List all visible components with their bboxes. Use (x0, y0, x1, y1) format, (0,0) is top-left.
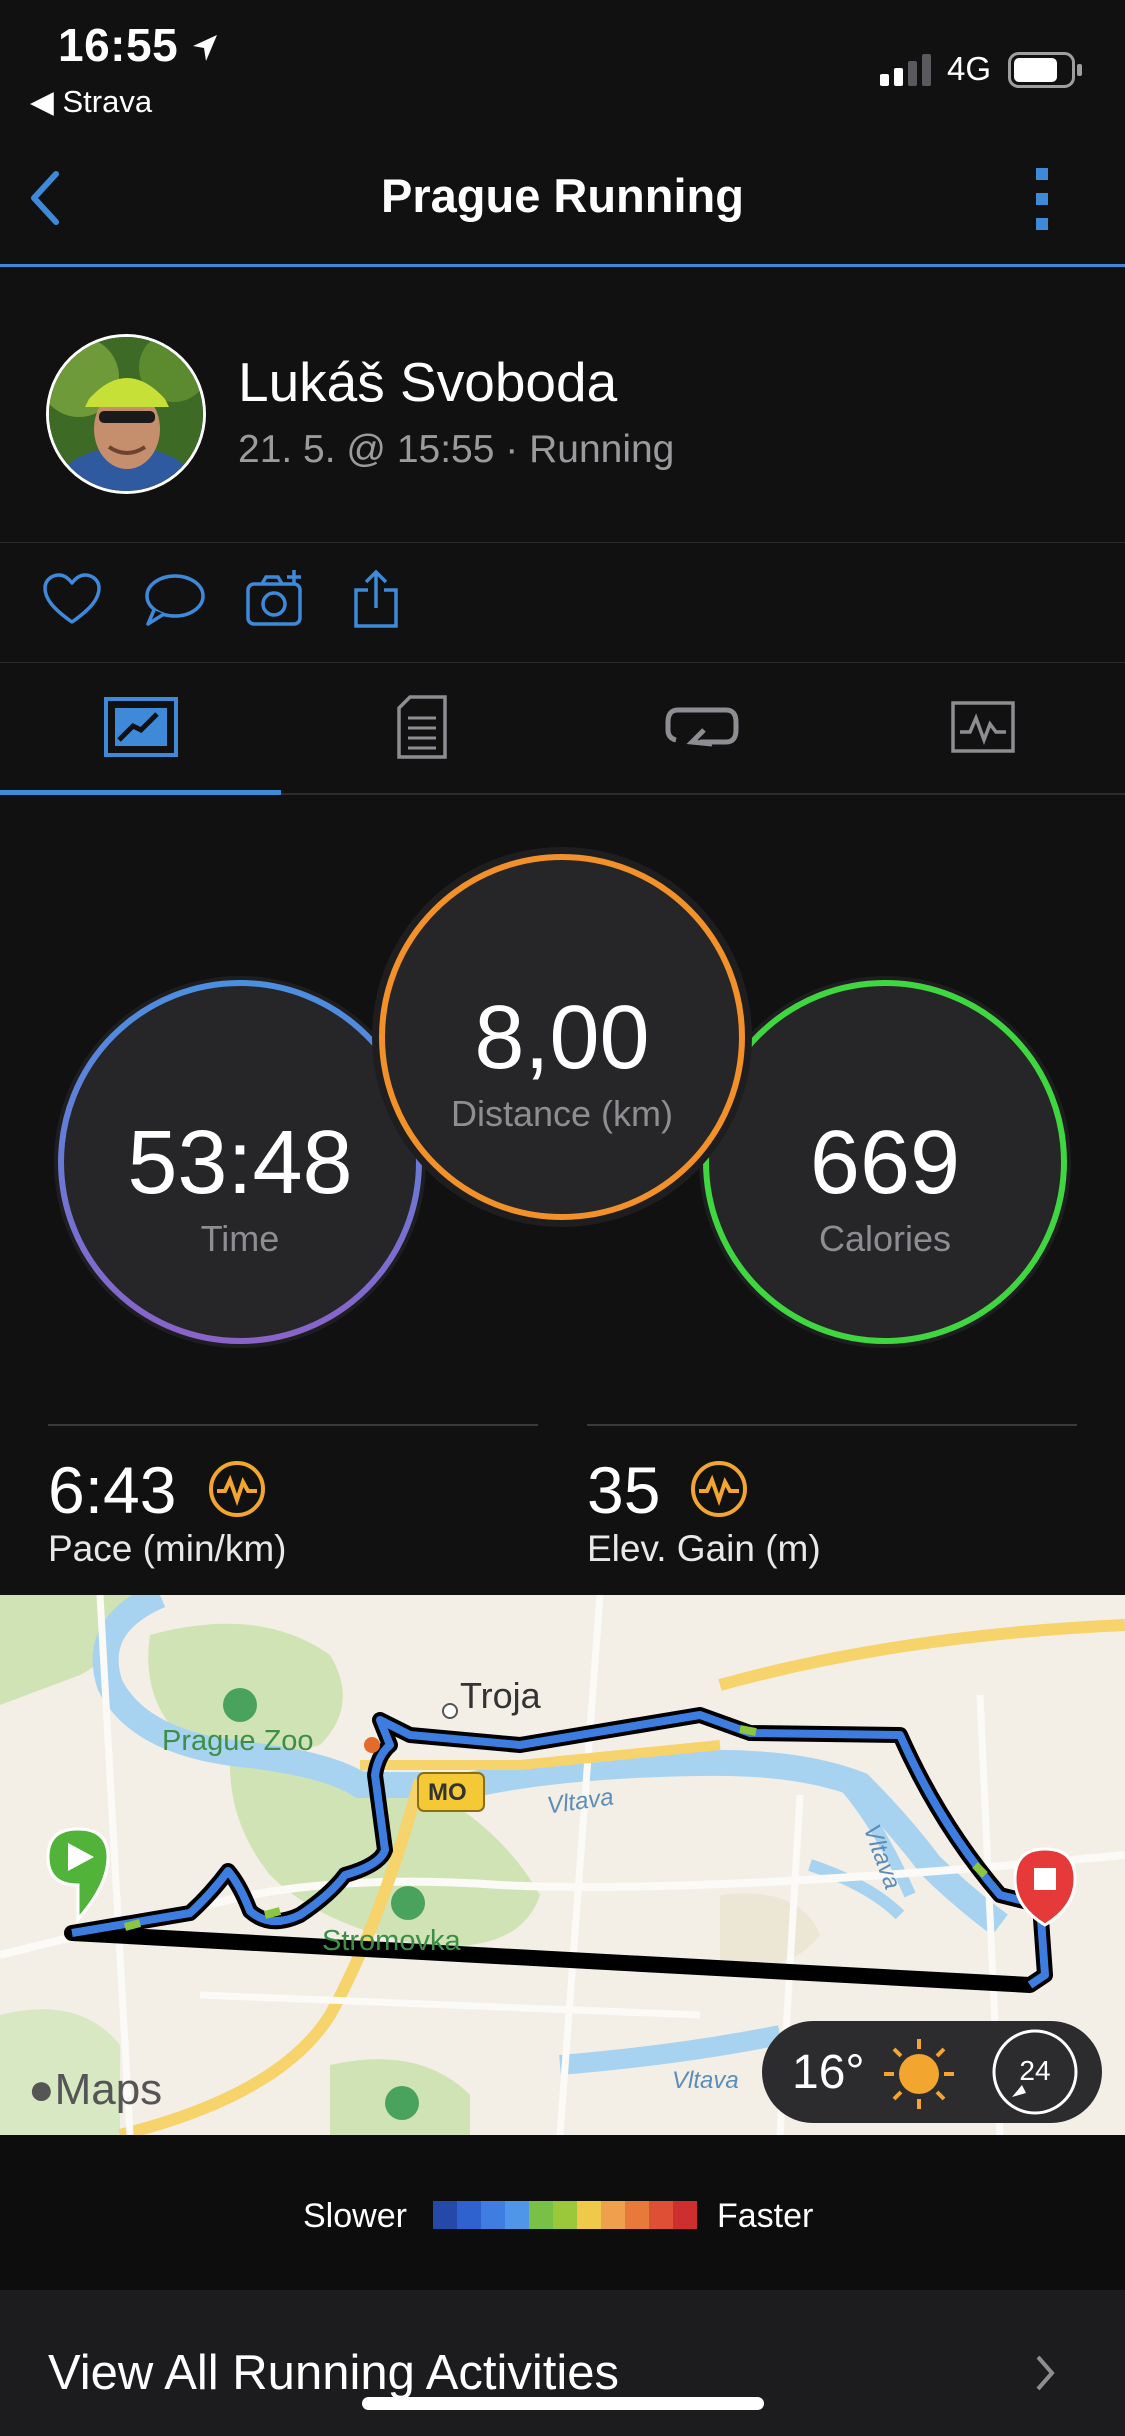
legend-swatch (577, 2201, 601, 2229)
legend-color-bar (433, 2201, 697, 2229)
home-indicator (362, 2397, 764, 2410)
divider (587, 1424, 1077, 1426)
legend-swatch (505, 2201, 529, 2229)
pace-value: 6:43 (48, 1453, 177, 1527)
location-arrow-icon (193, 35, 218, 61)
legend-swatch (481, 2201, 505, 2229)
legend-swatch (673, 2201, 697, 2229)
legend-faster-label: Faster (717, 2197, 814, 2235)
chevron-right-icon (1036, 2355, 1055, 2391)
like-heart-icon[interactable] (42, 572, 102, 626)
elev-value: 35 (587, 1453, 661, 1527)
pace-trend-icon[interactable] (208, 1460, 266, 1518)
tab-active-indicator (0, 790, 281, 795)
map-label-vltava: Vltava (672, 2067, 739, 2094)
sun-icon (884, 2039, 954, 2109)
apple-logo-icon: ● (28, 2065, 55, 2114)
signal-icon (880, 54, 931, 86)
apple-maps-logo: ●Maps (28, 2065, 163, 2114)
comment-icon[interactable] (142, 572, 206, 628)
tab-charts-icon[interactable] (950, 700, 1016, 754)
avatar[interactable] (46, 334, 206, 494)
elev-label: Elev. Gain (m) (587, 1528, 821, 1569)
distance-stat-circle: 8,00 Distance (km) (370, 845, 754, 1229)
distance-label: Distance (km) (450, 1093, 674, 1134)
divider (48, 1424, 538, 1426)
back-app-label: Strava (62, 84, 153, 119)
tab-overview-icon[interactable] (103, 696, 179, 758)
share-icon[interactable] (352, 568, 400, 630)
road-badge: MO (428, 1779, 467, 1806)
activity-meta: 21. 5. @ 15:55 · Running (238, 428, 675, 471)
legend-swatch (529, 2201, 553, 2229)
add-photo-icon[interactable] (244, 568, 308, 628)
divider (0, 662, 1125, 663)
weather-temp: 16° (792, 2046, 865, 2099)
map-label-stromovka: Stromovka (322, 1925, 461, 1957)
divider (0, 542, 1125, 543)
map-label-zoo: Prague Zoo (162, 1725, 314, 1757)
distance-value: 8,00 (474, 988, 650, 1088)
legend-slower-label: Slower (303, 2197, 407, 2235)
elev-trend-icon[interactable] (690, 1460, 748, 1518)
weather-widget[interactable]: 16° 24 (762, 2021, 1102, 2123)
route-map[interactable]: Troja Prague Zoo Stromovka Vltava Vltava… (0, 1595, 1125, 2135)
athlete-name[interactable]: Lukáš Svoboda (238, 350, 617, 414)
more-options-icon[interactable] (1030, 168, 1054, 230)
network-type: 4G (947, 50, 992, 87)
back-triangle-icon: ◀ (30, 84, 54, 119)
legend-swatch (649, 2201, 673, 2229)
view-all-label[interactable]: View All Running Activities (48, 2345, 619, 2401)
legend-swatch (601, 2201, 625, 2229)
tab-laps-icon[interactable] (664, 700, 740, 754)
back-to-app-link[interactable]: ◀ Strava (30, 84, 152, 120)
legend-swatch (625, 2201, 649, 2229)
page-title: Prague Running (381, 169, 744, 222)
legend-swatch (553, 2201, 577, 2229)
legend-swatch (433, 2201, 457, 2229)
wind-speed: 24 (1019, 2055, 1051, 2086)
status-time: 16:55 (58, 18, 219, 72)
battery-icon (1008, 52, 1082, 88)
legend-swatch (457, 2201, 481, 2229)
tab-stats-icon[interactable] (396, 694, 448, 760)
pace-label: Pace (min/km) (48, 1528, 287, 1569)
map-label-troja: Troja (460, 1675, 541, 1716)
